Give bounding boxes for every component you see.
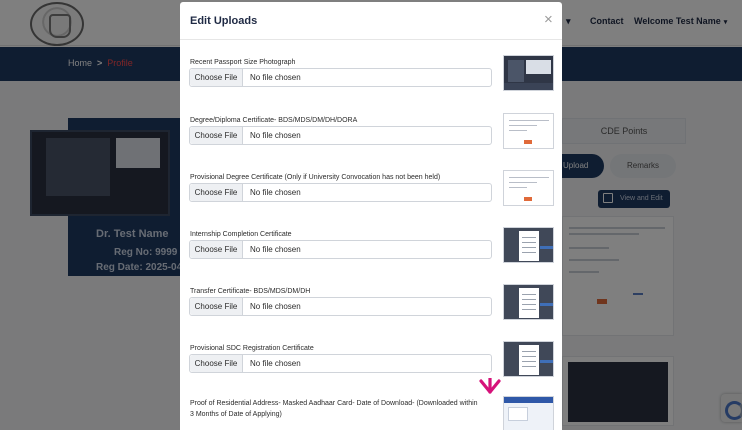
- file-status: No file chosen: [250, 73, 301, 82]
- upload-label-degree-certificate: Degree/Diploma Certificate- BDS/MDS/DM/D…: [190, 117, 358, 124]
- sdc-registration-file-input[interactable]: Choose File No file chosen: [189, 354, 492, 373]
- passport-photo-file-input[interactable]: Choose File No file chosen: [189, 68, 492, 87]
- file-status: No file chosen: [250, 245, 301, 254]
- transfer-certificate-thumbnail[interactable]: [503, 284, 554, 320]
- upload-label-internship: Internship Completion Certificate: [190, 231, 292, 238]
- upload-label-provisional-degree: Provisional Degree Certificate (Only if …: [190, 174, 441, 181]
- choose-file-button[interactable]: Choose File: [190, 127, 243, 144]
- modal-header: Edit Uploads ×: [180, 2, 562, 40]
- sdc-registration-thumbnail[interactable]: [503, 341, 554, 377]
- upload-label-transfer-certificate: Transfer Certificate- BDS/MDS/DM/DH: [190, 288, 311, 295]
- upload-label-sdc-registration: Provisional SDC Registration Certificate: [190, 345, 314, 352]
- choose-file-button[interactable]: Choose File: [190, 184, 243, 201]
- choose-file-button[interactable]: Choose File: [190, 69, 243, 86]
- residential-address-thumbnail[interactable]: [503, 396, 554, 430]
- degree-certificate-file-input[interactable]: Choose File No file chosen: [189, 126, 492, 145]
- provisional-degree-file-input[interactable]: Choose File No file chosen: [189, 183, 492, 202]
- file-status: No file chosen: [250, 302, 301, 311]
- upload-label-passport-photo: Recent Passport Size Photograph: [190, 59, 296, 66]
- modal-title: Edit Uploads: [190, 15, 258, 27]
- internship-file-input[interactable]: Choose File No file chosen: [189, 240, 492, 259]
- internship-thumbnail[interactable]: [503, 227, 554, 263]
- choose-file-button[interactable]: Choose File: [190, 241, 243, 258]
- file-status: No file chosen: [250, 359, 301, 368]
- file-status: No file chosen: [250, 131, 301, 140]
- passport-photo-thumbnail[interactable]: [503, 55, 554, 91]
- upload-label-residential-address: Proof of Residential Address- Masked Aad…: [190, 400, 478, 418]
- file-status: No file chosen: [250, 188, 301, 197]
- provisional-degree-thumbnail[interactable]: [503, 170, 554, 206]
- transfer-certificate-file-input[interactable]: Choose File No file chosen: [189, 297, 492, 316]
- choose-file-button[interactable]: Choose File: [190, 355, 243, 372]
- degree-certificate-thumbnail[interactable]: [503, 113, 554, 149]
- arrow-down-icon: [479, 378, 501, 394]
- edit-uploads-modal: Edit Uploads × Recent Passport Size Phot…: [180, 2, 562, 430]
- choose-file-button[interactable]: Choose File: [190, 298, 243, 315]
- close-icon[interactable]: ×: [544, 12, 553, 27]
